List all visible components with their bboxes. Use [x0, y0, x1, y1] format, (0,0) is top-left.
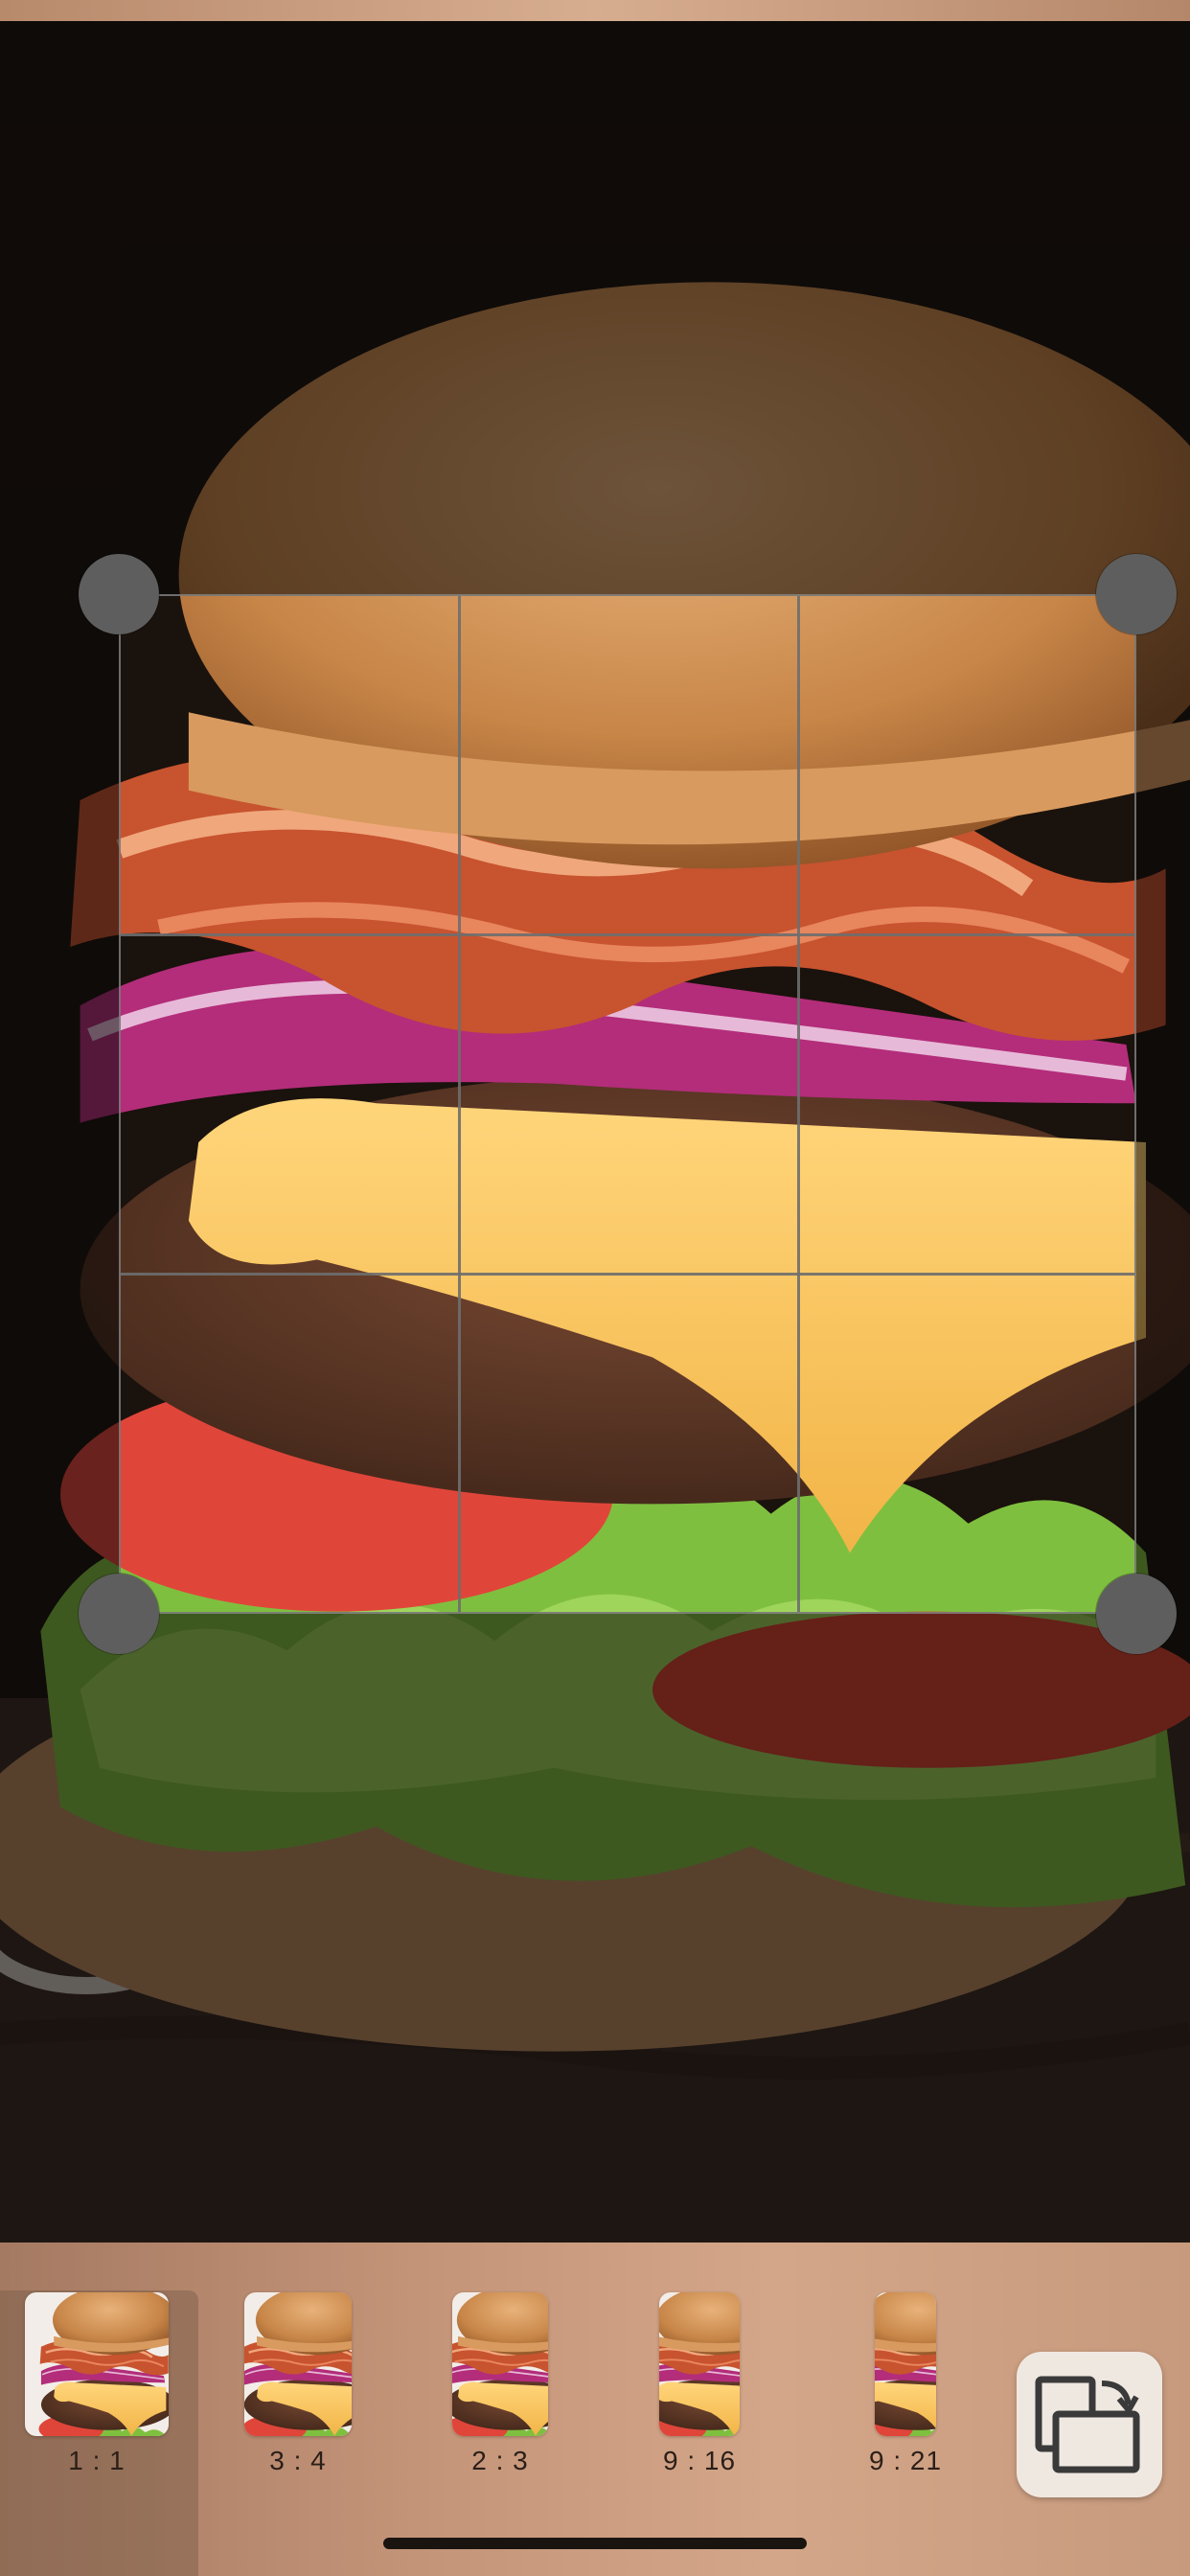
crop-handle-bottom-left[interactable] — [79, 1574, 159, 1654]
rotate-aspect-button[interactable] — [1017, 2352, 1162, 2497]
photo-canvas[interactable] — [0, 21, 1190, 2242]
ratio-thumbnail — [244, 2292, 352, 2436]
ratio-label: 9 : 16 — [662, 2446, 737, 2475]
ratio-thumbnail — [25, 2292, 169, 2436]
ratio-thumbnail — [452, 2292, 548, 2436]
ratio-option-1-1[interactable]: 1 : 1 — [25, 2292, 169, 2476]
ratio-option-9-16[interactable]: 9 : 16 — [659, 2292, 740, 2476]
rotate-aspect-icon — [1035, 2376, 1140, 2473]
crop-handle-top-left[interactable] — [79, 554, 159, 634]
crop-handle-top-right[interactable] — [1096, 554, 1177, 634]
grid-line-vertical-1 — [458, 596, 461, 1612]
grid-line-vertical-2 — [797, 596, 800, 1612]
crop-frame[interactable] — [119, 594, 1136, 1614]
home-indicator — [383, 2538, 807, 2549]
ratio-option-2-3[interactable]: 2 : 3 — [452, 2292, 548, 2476]
grid-line-horizontal-2 — [121, 1273, 1134, 1276]
aspect-ratio-toolbar: 1 : 1 3 : 4 2 : 3 9 : 16 9: 21 — [0, 2242, 1190, 2576]
ratio-thumbnail — [659, 2292, 740, 2436]
grid-line-horizontal-1 — [121, 933, 1134, 936]
ratio-label: 2 : 3 — [471, 2446, 529, 2475]
ratio-option-3-4[interactable]: 3 : 4 — [244, 2292, 352, 2476]
crop-handle-bottom-right[interactable] — [1096, 1574, 1177, 1654]
ratio-option-9-21[interactable]: 9 : 21 — [869, 2292, 942, 2476]
ratio-label: 3 : 4 — [269, 2446, 327, 2475]
ratio-label: 1 : 1 — [68, 2446, 126, 2475]
ratio-label: 9 : 21 — [869, 2446, 943, 2475]
ratio-thumbnail — [875, 2292, 937, 2436]
status-bar — [0, 0, 1190, 21]
